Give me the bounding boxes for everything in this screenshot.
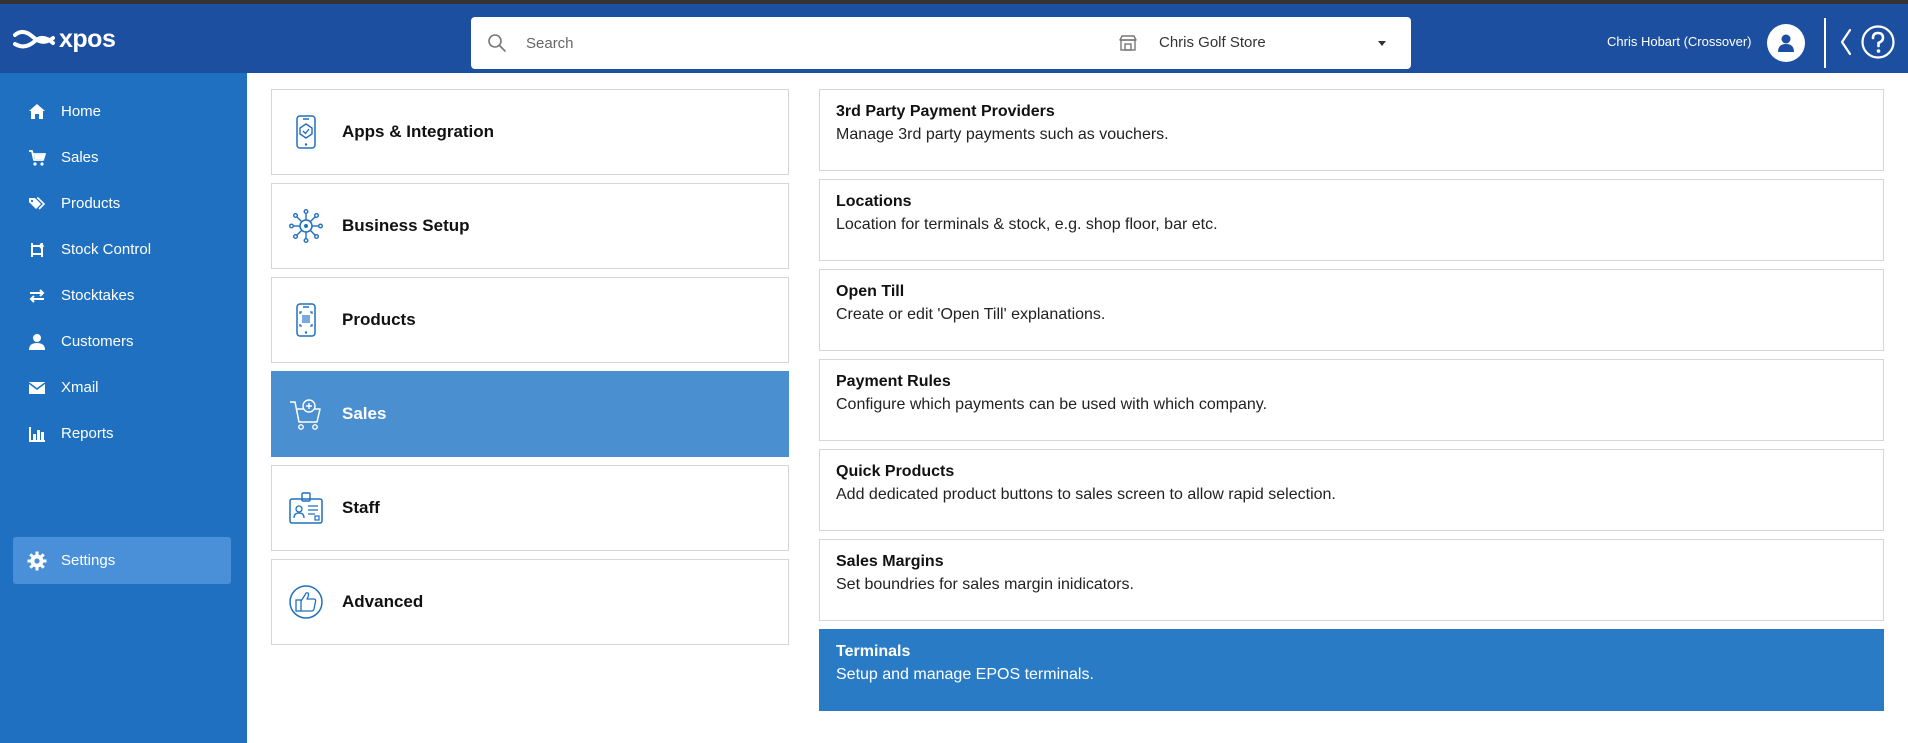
top-header: xpos Chris Golf Store Chris Hobart (Cros…: [0, 4, 1908, 73]
user-icon: [1778, 34, 1794, 52]
tags-icon: [27, 194, 47, 214]
option-title: Open Till: [836, 283, 905, 300]
header-divider: [1824, 18, 1826, 68]
sidebar-item-label: Settings: [61, 552, 116, 569]
person-icon: [27, 332, 47, 352]
sidebar-item-label: Sales: [61, 149, 99, 166]
search-bar: Chris Golf Store: [471, 17, 1411, 69]
sidebar-item-stocktakes[interactable]: Stocktakes: [13, 272, 231, 319]
app-logo[interactable]: xpos: [13, 25, 116, 53]
option-title: Sales Margins: [836, 553, 944, 570]
envelope-icon: [27, 378, 47, 398]
option-terminals[interactable]: Terminals Setup and manage EPOS terminal…: [819, 629, 1884, 711]
phone-app-icon: [296, 115, 316, 149]
gear-icon: [27, 551, 47, 571]
option-title: Terminals: [836, 643, 911, 660]
search-input[interactable]: [526, 31, 1006, 55]
option-description: Add dedicated product buttons to sales s…: [836, 486, 1336, 503]
cart-add-icon: [290, 399, 321, 430]
sidebar-item-label: Customers: [61, 333, 134, 350]
home-icon: [27, 102, 47, 122]
sidebar-item-label: Products: [61, 195, 121, 212]
thumbs-up-icon: [289, 585, 323, 619]
category-products[interactable]: Products: [271, 277, 789, 363]
category-apps-integration[interactable]: Apps & Integration: [271, 89, 789, 175]
category-label: Sales: [342, 404, 387, 423]
option-open-till[interactable]: Open Till Create or edit 'Open Till' exp…: [819, 269, 1884, 351]
logo-text: xpos: [59, 25, 116, 53]
option-description: Location for terminals & stock, e.g. sho…: [836, 216, 1218, 233]
sidebar: Home Sales Products Stock Control Stockt…: [0, 73, 247, 743]
sidebar-item-label: Stocktakes: [61, 287, 135, 304]
help-icon[interactable]: [1860, 24, 1896, 60]
transfer-arrows-icon: [27, 286, 47, 306]
option-title: 3rd Party Payment Providers: [836, 103, 1055, 120]
category-advanced[interactable]: Advanced: [271, 559, 789, 645]
store-icon: [1119, 35, 1137, 51]
category-label: Business Setup: [342, 216, 470, 235]
option-payment-rules[interactable]: Payment Rules Configure which payments c…: [819, 359, 1884, 441]
option-description: Set boundries for sales margin inidicato…: [836, 576, 1134, 593]
xpos-logo-icon: [13, 30, 55, 49]
bar-chart-icon: [27, 424, 47, 444]
option-locations[interactable]: Locations Location for terminals & stock…: [819, 179, 1884, 261]
option-description: Configure which payments can be used wit…: [836, 396, 1268, 413]
avatar[interactable]: [1767, 24, 1805, 62]
category-business-setup[interactable]: Business Setup: [271, 183, 789, 269]
category-sales[interactable]: Sales: [271, 371, 789, 457]
option-quick-products[interactable]: Quick Products Add dedicated product but…: [819, 449, 1884, 531]
sidebar-item-label: Reports: [61, 425, 114, 442]
sidebar-item-settings[interactable]: Settings: [13, 537, 231, 584]
category-label: Apps & Integration: [342, 122, 495, 141]
sidebar-item-label: Stock Control: [61, 241, 152, 258]
category-staff[interactable]: Staff: [271, 465, 789, 551]
sidebar-item-home[interactable]: Home: [13, 88, 231, 135]
stock-control-icon: [27, 240, 47, 260]
collapse-icon[interactable]: [1838, 26, 1854, 58]
option-title: Locations: [836, 193, 912, 210]
sidebar-item-stock-control[interactable]: Stock Control: [13, 226, 231, 273]
chevron-down-icon[interactable]: [1378, 41, 1386, 46]
option-sales-margins[interactable]: Sales Margins Set boundries for sales ma…: [819, 539, 1884, 621]
sidebar-item-sales[interactable]: Sales: [13, 134, 231, 181]
option-description: Manage 3rd party payments such as vouche…: [836, 126, 1169, 143]
sidebar-item-xmail[interactable]: Xmail: [13, 364, 231, 411]
option-description: Create or edit 'Open Till' explanations.: [836, 306, 1106, 323]
sidebar-item-reports[interactable]: Reports: [13, 410, 231, 457]
sidebar-item-customers[interactable]: Customers: [13, 318, 231, 365]
network-hub-icon: [289, 209, 324, 244]
sidebar-item-label: Home: [61, 103, 102, 120]
cart-icon: [27, 148, 47, 168]
sidebar-item-products[interactable]: Products: [13, 180, 231, 227]
store-selector[interactable]: Chris Golf Store: [1159, 34, 1266, 51]
category-label: Products: [342, 310, 416, 329]
option-title: Payment Rules: [836, 373, 951, 390]
category-label: Staff: [342, 498, 380, 517]
user-name: Chris Hobart (Crossover): [1607, 34, 1752, 49]
id-badge-icon: [289, 492, 323, 524]
sidebar-item-label: Xmail: [61, 379, 99, 396]
option-description: Setup and manage EPOS terminals.: [836, 666, 1094, 683]
phone-barcode-icon: [296, 303, 316, 337]
category-label: Advanced: [342, 592, 424, 611]
option-title: Quick Products: [836, 463, 955, 480]
option-3rd-party-payment-providers[interactable]: 3rd Party Payment Providers Manage 3rd p…: [819, 89, 1884, 171]
search-icon: [488, 34, 506, 52]
